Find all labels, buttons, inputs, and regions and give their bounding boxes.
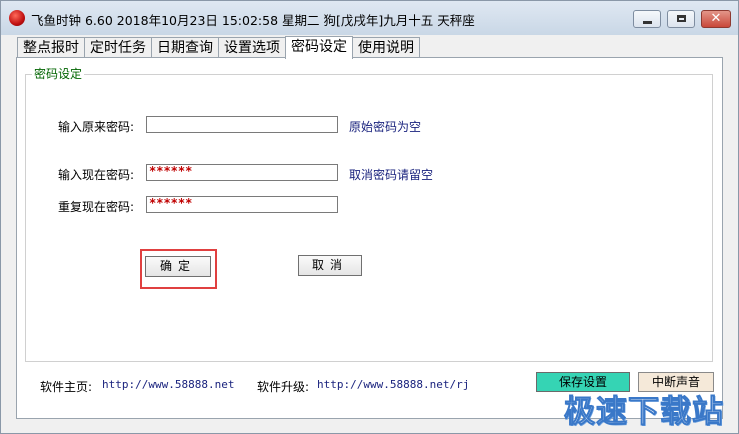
homepage-label: 软件主页:	[40, 380, 93, 394]
tab-settings[interactable]: 设置选项	[218, 37, 286, 59]
password-tab-panel: 密码设定 输入原来密码: 原始密码为空 输入现在密码: ****** 取消密码请…	[16, 57, 723, 419]
tab-password[interactable]: 密码设定	[285, 36, 353, 59]
window-title: 飞鱼时钟 6.60 2018年10月23日 15:02:58 星期二 狗[戊戌年…	[31, 13, 475, 28]
original-password-hint: 原始密码为空	[349, 120, 422, 134]
title-bar[interactable]: 飞鱼时钟 6.60 2018年10月23日 15:02:58 星期二 狗[戊戌年…	[1, 1, 738, 35]
tab-scheduled-tasks[interactable]: 定时任务	[84, 37, 152, 59]
homepage-link[interactable]: http://www.58888.net	[102, 378, 234, 391]
tab-date-query[interactable]: 日期查询	[151, 37, 219, 59]
original-password-field[interactable]	[146, 116, 338, 133]
cancel-button[interactable]: 取消	[298, 255, 362, 276]
new-password-field[interactable]: ******	[146, 164, 338, 181]
maximize-button[interactable]	[667, 10, 695, 28]
confirm-button[interactable]: 确定	[145, 256, 211, 277]
maximize-icon	[677, 15, 686, 22]
close-icon: ✕	[710, 11, 722, 26]
minimize-button[interactable]	[633, 10, 661, 28]
site-watermark: 极速下载站	[564, 394, 724, 431]
app-logo-icon	[9, 10, 25, 26]
upgrade-label: 软件升级:	[257, 380, 310, 394]
tab-help[interactable]: 使用说明	[352, 37, 420, 59]
app-window: 飞鱼时钟 6.60 2018年10月23日 15:02:58 星期二 狗[戊戌年…	[0, 0, 739, 434]
minimize-icon	[643, 21, 652, 24]
repeat-password-label: 重复现在密码:	[58, 200, 135, 214]
upgrade-link[interactable]: http://www.58888.net/rj	[317, 378, 469, 391]
group-title: 密码设定	[32, 67, 85, 81]
close-button[interactable]: ✕	[701, 10, 731, 28]
new-password-label: 输入现在密码:	[58, 168, 135, 182]
repeat-password-field[interactable]: ******	[146, 196, 338, 213]
tab-bar: 整点报时 定时任务 日期查询 设置选项 密码设定 使用说明	[17, 36, 420, 59]
original-password-label: 输入原来密码:	[58, 120, 135, 134]
tab-hourly-chime[interactable]: 整点报时	[17, 37, 85, 59]
new-password-hint: 取消密码请留空	[349, 168, 434, 182]
